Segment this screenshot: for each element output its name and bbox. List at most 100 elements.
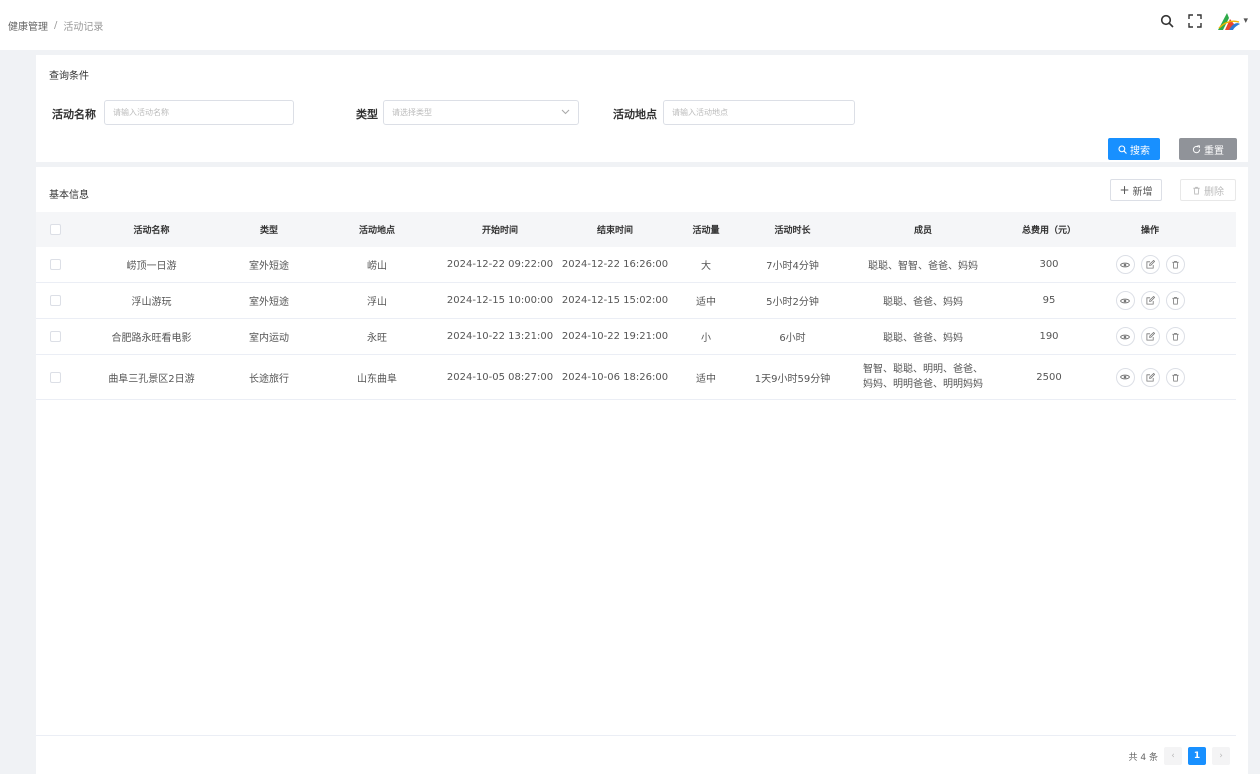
cell-fee: 190 (1039, 331, 1059, 342)
column-header: 开始时间 (481, 226, 518, 236)
delete-row-button[interactable] (1165, 327, 1185, 346)
cell-start: 2024-10-22 13:21:00 (446, 331, 554, 342)
reset-button-label: 重置 (1204, 145, 1224, 157)
column-header: 活动地点 (358, 226, 395, 236)
table-footer-divider (36, 735, 1236, 736)
cell-duration: 1天9小时59分钟 (754, 373, 831, 385)
edit-icon (1145, 332, 1155, 341)
prev-page-button[interactable]: ‹ (1164, 747, 1182, 765)
edit-button[interactable] (1140, 367, 1160, 387)
activity-location-label: 活动地点 (613, 108, 657, 121)
pagination-total: 共 4 条 (1128, 752, 1158, 763)
column-header: 类型 (259, 226, 278, 236)
view-button[interactable] (1115, 291, 1135, 310)
cell-start: 2024-12-22 09:22:00 (446, 259, 554, 270)
cell-duration: 5小时2分钟 (766, 297, 819, 308)
info-title: 基本信息 (49, 190, 89, 201)
chevron-down-icon: ▾ (1243, 16, 1248, 26)
delete-row-button[interactable] (1165, 367, 1185, 387)
cell-members: 智智、聪聪、明明、爸爸、妈妈、明明爸爸、明明妈妈 (863, 364, 983, 390)
cell-location: 永旺 (367, 333, 387, 344)
cell-location: 山东曲阜 (357, 373, 397, 385)
cell-end: 2024-12-15 15:02:00 (561, 295, 669, 306)
eye-icon (1120, 334, 1130, 339)
edit-button[interactable] (1140, 327, 1160, 346)
table-row: 合肥路永旺看电影 室内运动 永旺 2024-10-22 13:21:00 202… (36, 319, 1236, 355)
type-select[interactable]: 请选择类型 (383, 100, 579, 125)
cell-location: 崂山 (367, 261, 387, 272)
edit-button[interactable] (1140, 291, 1160, 310)
row-checkbox[interactable] (36, 331, 74, 342)
breadcrumb-current: 活动记录 (63, 21, 104, 33)
row-checkbox[interactable] (36, 259, 74, 270)
delete-row-button[interactable] (1165, 255, 1185, 274)
table-row: 曲阜三孔景区2日游 长途旅行 山东曲阜 2024-10-05 08:27:00 … (36, 355, 1236, 400)
column-header: 结束时间 (596, 226, 633, 236)
cell-location: 浮山 (367, 297, 387, 308)
cell-end: 2024-12-22 16:26:00 (561, 259, 669, 270)
activity-table: 活动名称 类型 活动地点 开始时间 结束时间 活动量 活动时长 成员 总费用（元… (36, 212, 1236, 400)
cell-name: 崂顶一日游 (126, 261, 177, 272)
row-actions (1100, 255, 1200, 274)
cell-name: 浮山游玩 (131, 297, 172, 308)
next-page-button[interactable]: › (1212, 747, 1230, 765)
delete-button-label: 删除 (1204, 186, 1224, 198)
eye-icon (1120, 298, 1130, 303)
edit-button[interactable] (1140, 255, 1160, 274)
cell-end: 2024-10-06 18:26:00 (561, 371, 669, 383)
select-all-checkbox[interactable] (36, 224, 74, 235)
query-panel: 查询条件 活动名称 请输入活动名称 类型 请选择类型 活动地点 请输入活动地点 … (36, 55, 1248, 162)
plus-icon: + (1119, 183, 1130, 197)
activity-location-placeholder: 请输入活动地点 (672, 108, 728, 117)
column-header: 活动量 (692, 226, 720, 236)
column-header: 活动名称 (133, 226, 170, 236)
search-button[interactable]: 搜索 (1108, 138, 1160, 160)
fullscreen-icon[interactable] (1187, 13, 1203, 29)
delete-button[interactable]: 删除 (1180, 179, 1236, 201)
view-button[interactable] (1115, 367, 1135, 387)
view-button[interactable] (1115, 327, 1135, 346)
cell-volume: 大 (701, 261, 711, 272)
chevron-down-icon (561, 107, 570, 119)
add-button[interactable]: + 新增 (1110, 179, 1162, 201)
query-title: 查询条件 (49, 71, 89, 82)
refresh-icon (1192, 144, 1201, 153)
trash-icon (1171, 260, 1179, 269)
view-button[interactable] (1115, 255, 1135, 274)
cell-start: 2024-10-05 08:27:00 (446, 371, 554, 383)
breadcrumb: 健康管理 / 活动记录 (8, 18, 103, 33)
eye-icon (1120, 374, 1130, 380)
cell-volume: 小 (701, 333, 711, 344)
activity-name-input[interactable]: 请输入活动名称 (104, 100, 294, 125)
trash-icon (1171, 296, 1179, 305)
table-header: 活动名称 类型 活动地点 开始时间 结束时间 活动量 活动时长 成员 总费用（元… (36, 212, 1236, 247)
cell-fee: 300 (1039, 259, 1059, 270)
column-header: 成员 (913, 226, 932, 236)
breadcrumb-root[interactable]: 健康管理 (8, 18, 48, 33)
activity-name-placeholder: 请输入活动名称 (113, 108, 169, 117)
delete-row-button[interactable] (1165, 291, 1185, 310)
column-header: 操作 (1140, 226, 1159, 236)
reset-button[interactable]: 重置 (1179, 138, 1237, 160)
type-placeholder: 请选择类型 (392, 108, 432, 117)
page-number-button[interactable]: 1 (1188, 747, 1206, 765)
row-checkbox[interactable] (36, 295, 74, 306)
cell-members: 聪聪、智智、爸爸、妈妈 (868, 261, 978, 272)
activity-location-input[interactable]: 请输入活动地点 (663, 100, 855, 125)
cell-volume: 适中 (696, 297, 716, 308)
user-menu[interactable]: ▾ (1215, 10, 1248, 32)
cell-name: 曲阜三孔景区2日游 (108, 373, 195, 385)
table-row: 崂顶一日游 室外短途 崂山 2024-12-22 09:22:00 2024-1… (36, 247, 1236, 283)
cell-fee: 2500 (1036, 371, 1062, 383)
search-button-label: 搜索 (1130, 145, 1150, 157)
search-icon[interactable] (1159, 13, 1175, 29)
cell-name: 合肥路永旺看电影 (111, 333, 192, 344)
cell-type: 室外短途 (249, 261, 289, 272)
trash-icon (1171, 373, 1179, 382)
row-checkbox[interactable] (36, 371, 74, 383)
cell-duration: 6小时 (779, 333, 806, 344)
cell-fee: 95 (1042, 295, 1056, 306)
cell-end: 2024-10-22 19:21:00 (561, 331, 669, 342)
cell-type: 室内运动 (249, 333, 289, 344)
edit-icon (1145, 260, 1155, 269)
